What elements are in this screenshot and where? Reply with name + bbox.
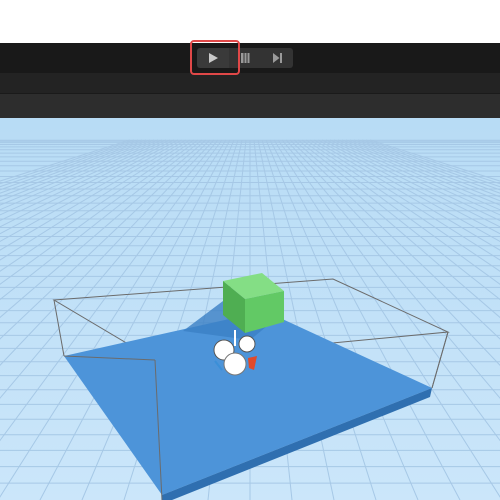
scene-view-header [0, 93, 500, 118]
unity-editor-window [0, 0, 500, 500]
pause-icon [241, 53, 250, 63]
playmode-controls [197, 48, 293, 68]
toolbar-secondary-strip [0, 73, 500, 93]
play-icon [209, 53, 218, 63]
pause-button[interactable] [229, 48, 261, 68]
step-forward-icon [273, 53, 282, 63]
scene-viewport[interactable] [0, 118, 500, 500]
top-margin [0, 0, 500, 43]
step-button[interactable] [261, 48, 293, 68]
play-button[interactable] [197, 48, 229, 68]
scene-canvas [0, 118, 500, 500]
